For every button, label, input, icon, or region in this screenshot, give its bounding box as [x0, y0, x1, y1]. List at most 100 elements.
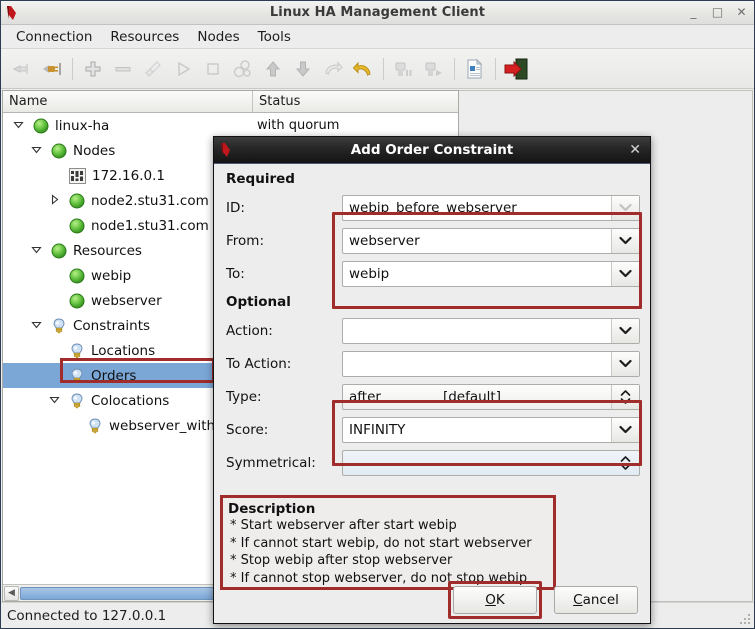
type-default-marker: [default] [442, 388, 501, 405]
field-row-to-action: To Action: [224, 347, 640, 380]
field-row-id: ID: webip_before_webserver [224, 191, 640, 224]
from-combobox[interactable]: webserver [342, 227, 640, 254]
green-ball-icon [69, 218, 85, 234]
to-value[interactable]: webip [343, 266, 611, 282]
window-title: Linux HA Management Client [269, 5, 486, 20]
migrate-down-icon[interactable] [288, 54, 318, 84]
connect-icon[interactable] [37, 54, 67, 84]
label-action: Action: [226, 322, 273, 339]
chevron-down-icon[interactable] [31, 244, 45, 258]
label-type: Type: [226, 388, 262, 405]
tree-row-status: with quorum [257, 118, 340, 133]
standby-icon [389, 54, 419, 84]
chevron-down-icon[interactable] [611, 351, 639, 376]
menu-connection[interactable]: Connection [7, 27, 101, 47]
field-row-type: Type: after [default] [224, 380, 640, 413]
statusbar-text: Connected to 127.0.0.1 [7, 607, 167, 624]
optional-section-heading: Optional [226, 294, 291, 310]
chevron-down-icon[interactable] [611, 261, 639, 286]
field-row-score: Score: INFINITY [224, 413, 640, 446]
ok-button[interactable]: OK [453, 586, 537, 614]
spinner-icon[interactable] [611, 384, 639, 409]
menubar: Connection Resources Nodes Tools [1, 25, 754, 49]
type-value: after [349, 388, 381, 405]
bulb-icon [69, 392, 85, 409]
chevron-down-icon[interactable] [611, 228, 639, 253]
tree-row-label: Orders [91, 367, 137, 384]
chevron-down-icon[interactable] [13, 119, 27, 133]
tree-row-label: node2.stu31.com [91, 192, 209, 209]
description-box: Description * Start webserver after star… [220, 495, 556, 590]
to-combobox[interactable]: webip [342, 260, 640, 287]
minimize-button[interactable]: _ [687, 6, 700, 19]
green-ball-icon [69, 268, 85, 284]
label-symmetrical: Symmetrical: [226, 454, 316, 471]
cib-document-icon[interactable] [460, 54, 490, 84]
stop-icon [198, 54, 228, 84]
tree-row-label: webip [91, 267, 132, 284]
menu-tools[interactable]: Tools [249, 27, 300, 47]
chevron-down-icon[interactable] [49, 394, 63, 408]
toolbar-separator [72, 57, 73, 80]
score-value[interactable]: INFINITY [343, 422, 611, 438]
id-value[interactable]: webip_before_webserver [343, 200, 611, 216]
twisty-placeholder [49, 219, 63, 233]
chevron-down-icon[interactable] [611, 318, 639, 343]
tree-row-label: node1.stu31.com [91, 217, 209, 234]
to-action-combobox[interactable] [342, 350, 640, 377]
description-line: * Start webserver after start webip [230, 518, 457, 533]
scroll-left-button[interactable]: ◀ [4, 585, 19, 601]
twisty-placeholder [49, 344, 63, 358]
green-ball-icon [51, 243, 67, 259]
tree-row-label: webserver [91, 292, 162, 309]
column-header-status[interactable]: Status [253, 91, 306, 112]
dialog-body: Required ID: webip_before_webserver From… [214, 164, 650, 590]
tree-row-label: linux-ha [55, 117, 110, 134]
chevron-right-icon[interactable] [49, 193, 63, 208]
chevron-down-icon[interactable] [31, 144, 45, 158]
tree-row-label: Locations [91, 342, 156, 359]
type-value-wrap[interactable]: after [default] [343, 389, 611, 405]
spinner-icon[interactable] [611, 451, 639, 475]
manage-icon [228, 54, 258, 84]
from-value[interactable]: webserver [343, 233, 611, 249]
chevron-down-icon[interactable] [611, 417, 639, 442]
menu-resources[interactable]: Resources [101, 27, 188, 47]
dialog-titlebar: Add Order Constraint ✕ [214, 137, 650, 164]
migrate-up-icon[interactable] [258, 54, 288, 84]
symmetrical-combobox[interactable] [342, 449, 640, 476]
quit-icon[interactable] [501, 54, 531, 84]
undo-icon[interactable] [348, 54, 378, 84]
description-line: * If cannot start webip, do not start we… [230, 535, 532, 551]
menu-nodes[interactable]: Nodes [188, 27, 248, 47]
maximize-button[interactable]: □ [711, 6, 724, 19]
add-icon[interactable] [78, 54, 108, 84]
chevron-down-icon[interactable] [31, 319, 45, 333]
window-titlebar: Linux HA Management Client _ □ ✕ [1, 1, 754, 25]
action-combobox[interactable] [342, 317, 640, 344]
tree-header: Name Status [3, 91, 458, 113]
score-combobox[interactable]: INFINITY [342, 416, 640, 443]
toolbar-separator [383, 57, 384, 80]
window-controls: _ □ ✕ [687, 6, 748, 19]
label-to-action: To Action: [226, 355, 292, 372]
cancel-button[interactable]: Cancel [554, 586, 638, 614]
disconnect-icon[interactable] [7, 54, 37, 84]
id-combobox[interactable]: webip_before_webserver [342, 194, 640, 221]
close-button[interactable]: ✕ [735, 6, 748, 19]
dialog-close-icon[interactable]: ✕ [629, 143, 641, 157]
ok-button-highlight: OK [448, 581, 542, 619]
twisty-placeholder [49, 269, 63, 283]
online-icon [419, 54, 449, 84]
twisty-placeholder [49, 369, 63, 383]
tree-row-linux-ha[interactable]: linux-ha with quorum [3, 113, 458, 138]
field-row-to: To: webip [224, 257, 640, 290]
type-combobox[interactable]: after [default] [342, 383, 640, 410]
resize-grip[interactable] [739, 613, 751, 625]
chevron-down-icon[interactable] [611, 195, 639, 220]
add-order-constraint-dialog: Add Order Constraint ✕ Required ID: webi… [213, 136, 651, 624]
green-ball-icon [51, 143, 67, 159]
column-header-name[interactable]: Name [3, 91, 253, 112]
label-from: From: [226, 232, 264, 249]
tree-row-name: linux-ha [3, 118, 253, 134]
